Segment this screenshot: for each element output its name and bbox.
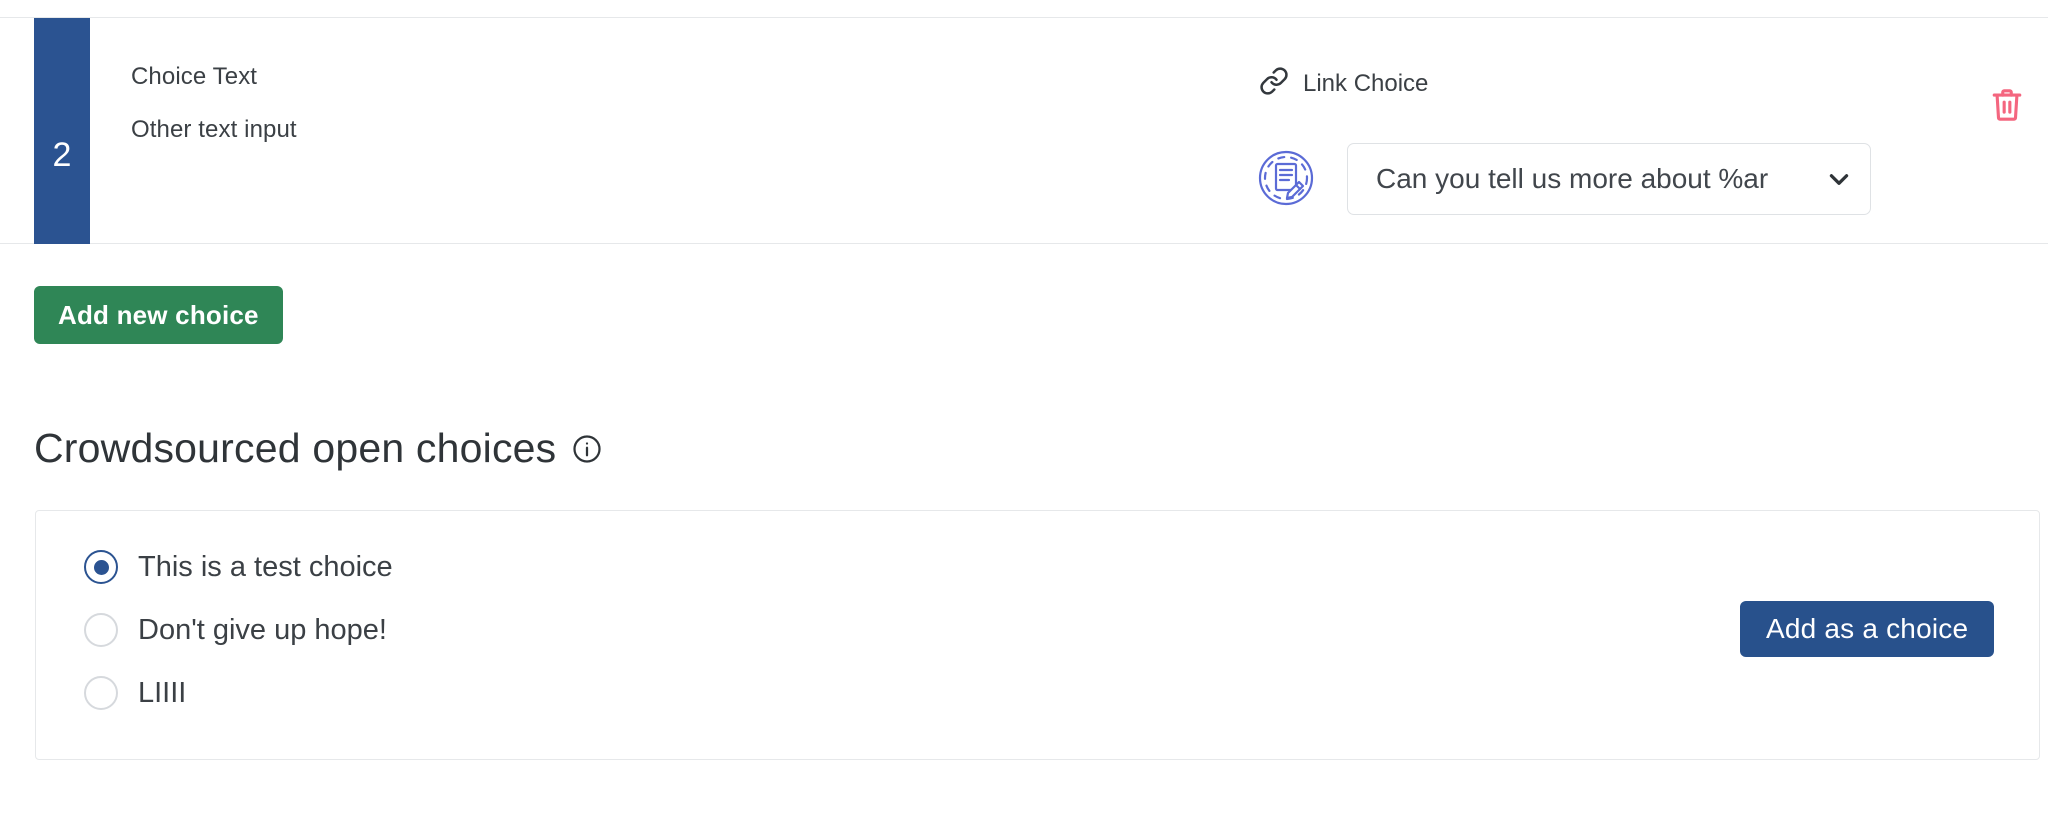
chevron-down-icon — [1826, 166, 1852, 192]
open-choice-item-1[interactable]: This is a test choice — [84, 550, 393, 584]
open-choice-item-2[interactable]: Don't give up hope! — [84, 613, 387, 647]
info-icon[interactable] — [572, 434, 602, 464]
crowdsourced-open-choices-heading: Crowdsourced open choices — [34, 425, 602, 472]
open-choice-label: This is a test choice — [138, 550, 393, 583]
link-choice-button[interactable]: Link Choice — [1259, 66, 1428, 101]
radio-button[interactable] — [84, 550, 118, 584]
document-edit-icon[interactable] — [1257, 149, 1315, 207]
open-choice-label: LIIII — [138, 676, 187, 709]
choice-index-badge: 2 — [34, 18, 90, 244]
crowdsourced-heading-text: Crowdsourced open choices — [34, 425, 557, 471]
choice-index-number: 2 — [52, 136, 72, 174]
other-text-input-label: Other text input — [131, 116, 297, 143]
radio-button[interactable] — [84, 676, 118, 710]
followup-question-select[interactable]: Can you tell us more about %ar — [1347, 143, 1871, 215]
open-choice-item-3[interactable]: LIIII — [84, 676, 186, 710]
choice-row: 2 Choice Text Other text input Link Choi… — [0, 17, 2048, 244]
link-icon — [1259, 66, 1289, 101]
add-new-choice-button[interactable]: Add new choice — [34, 286, 283, 344]
open-choice-label: Don't give up hope! — [138, 613, 387, 646]
followup-question-value: Can you tell us more about %ar — [1376, 163, 1769, 194]
add-as-a-choice-button[interactable]: Add as a choice — [1740, 601, 1995, 657]
link-choice-label: Link Choice — [1303, 69, 1429, 97]
delete-choice-button[interactable] — [1990, 86, 2024, 124]
choice-text-label: Choice Text — [131, 63, 258, 90]
radio-button[interactable] — [84, 613, 118, 647]
